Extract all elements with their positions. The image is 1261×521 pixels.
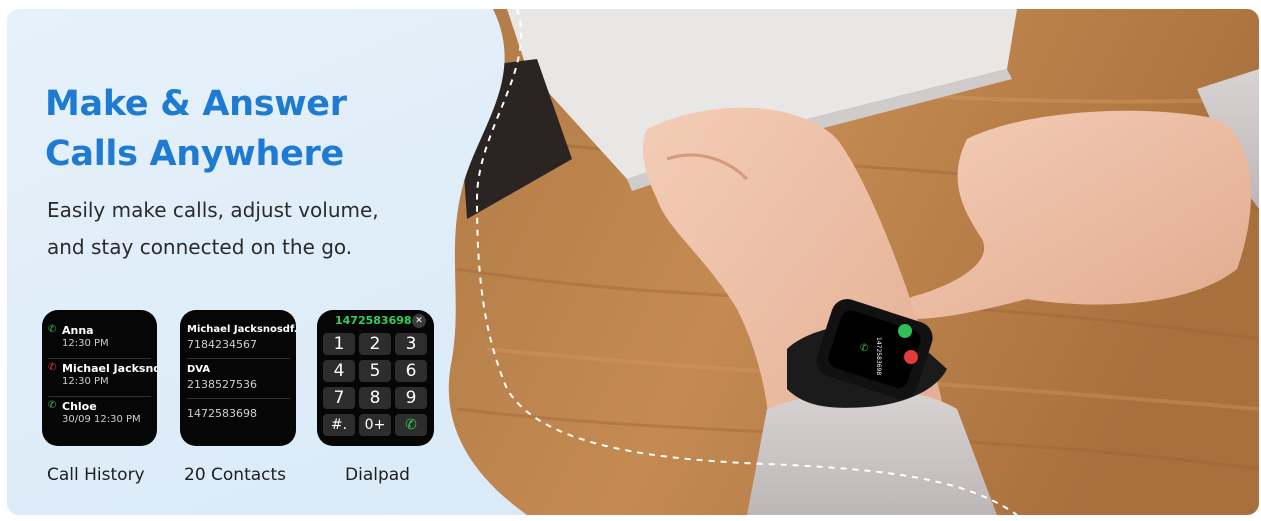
contact-row: DVA 2138527536 [187, 364, 290, 399]
headline-line-1: Make & Answer [45, 84, 347, 124]
dialed-number: 1472583698 [335, 314, 412, 327]
phone-missed-icon: ✆ [48, 362, 57, 373]
svg-text:✆: ✆ [860, 343, 868, 354]
dial-key-5: 5 [359, 360, 391, 382]
call-history-screen: ✆ Anna 12:30 PM ✆ Michael Jacksno... 12:… [42, 310, 157, 446]
dial-key-8: 8 [359, 387, 391, 409]
call-time: 12:30 PM [62, 376, 109, 387]
call-name: Chloe [62, 400, 97, 413]
call-name: Anna [62, 324, 94, 337]
close-icon: ✕ [412, 314, 426, 328]
call-history-row: ✆ Anna 12:30 PM [48, 320, 151, 359]
contact-row: Michael Jacksnosdf... 7184234567 [187, 324, 296, 359]
svg-text:1472583698: 1472583698 [875, 337, 882, 375]
promo-banner: ✆ 1472583698 Make & Answer Calls Anywher… [7, 9, 1259, 515]
call-time: 12:30 PM [62, 338, 109, 349]
call-history-caption: Call History [47, 465, 145, 485]
headline: Make & Answer Calls Anywhere [45, 79, 465, 179]
dial-key-7: 7 [323, 387, 355, 409]
dial-key-1: 1 [323, 333, 355, 355]
subtitle: Easily make calls, adjust volume, and st… [47, 192, 447, 266]
call-icon: ✆ [395, 414, 427, 436]
contact-number: 7184234567 [187, 338, 257, 351]
dial-key-4: 4 [323, 360, 355, 382]
call-name: Michael Jacksno... [62, 362, 157, 375]
dial-key-3: 3 [395, 333, 427, 355]
contact-name: DVA [187, 364, 211, 375]
contact-number: 1472583698 [187, 407, 257, 420]
dialpad-screen: 1472583698 ✕ 1 2 3 4 5 6 7 8 9 #. 0+ ✆ [317, 310, 434, 446]
contacts-screen: Michael Jacksnosdf... 7184234567 DVA 213… [180, 310, 296, 446]
dial-key-2: 2 [359, 333, 391, 355]
dial-key-9: 9 [395, 387, 427, 409]
dial-key-hash: #. [323, 414, 355, 436]
contact-number: 2138527536 [187, 378, 257, 391]
contact-row: 1472583698 [187, 404, 290, 434]
dialpad-caption: Dialpad [345, 465, 410, 485]
dial-key-0: 0+ [359, 414, 391, 436]
subtitle-line-2: and stay connected on the go. [47, 235, 353, 259]
headline-line-2: Calls Anywhere [45, 134, 344, 174]
call-history-row: ✆ Michael Jacksno... 12:30 PM [48, 358, 157, 397]
contacts-caption: 20 Contacts [184, 465, 287, 485]
dial-key-6: 6 [395, 360, 427, 382]
phone-incoming-icon: ✆ [48, 400, 57, 411]
phone-incoming-icon: ✆ [48, 324, 57, 335]
call-history-row: ✆ Chloe 30/09 12:30 PM [48, 396, 151, 434]
contact-name: Michael Jacksnosdf... [187, 324, 296, 335]
call-time: 30/09 12:30 PM [62, 414, 141, 425]
subtitle-line-1: Easily make calls, adjust volume, [47, 198, 379, 222]
